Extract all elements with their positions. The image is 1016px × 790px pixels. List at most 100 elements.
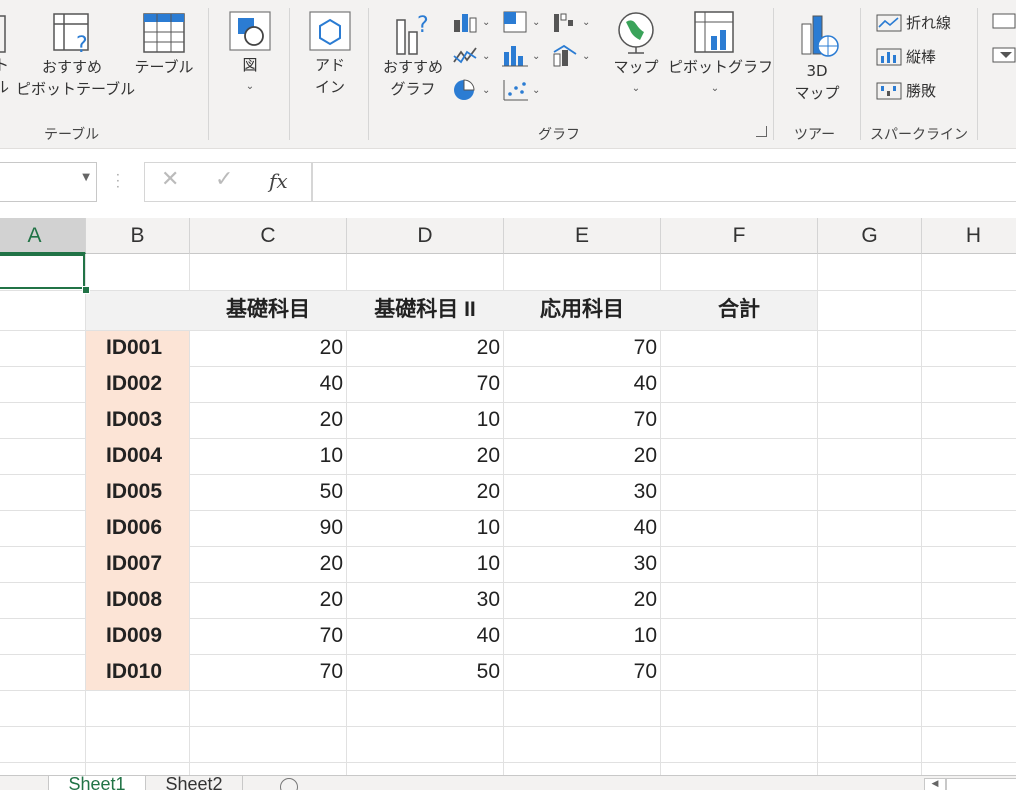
- score-cell[interactable]: 40: [504, 510, 661, 546]
- recommended-pivot-button[interactable]: ? おすすめ ピボットテーブル: [16, 12, 135, 100]
- total-cell[interactable]: [661, 582, 818, 618]
- score-cell[interactable]: 70: [504, 654, 661, 690]
- score-cell[interactable]: 20: [190, 546, 347, 582]
- id-cell[interactable]: ID004: [86, 438, 190, 474]
- column-header-h[interactable]: H: [922, 218, 1016, 254]
- score-cell[interactable]: 30: [347, 582, 504, 618]
- sparkline-line-button[interactable]: 折れ線: [876, 12, 951, 33]
- column-header-d[interactable]: D: [347, 218, 504, 254]
- score-cell[interactable]: 90: [190, 510, 347, 546]
- addins-button[interactable]: アド イン: [302, 10, 358, 98]
- id-cell[interactable]: ID002: [86, 366, 190, 402]
- worksheet-grid[interactable]: 基礎科目 基礎科目 II 応用科目 合計 ID001 20 20 70 ID00…: [0, 254, 1016, 776]
- score-cell[interactable]: 20: [190, 402, 347, 438]
- formula-input[interactable]: [312, 162, 1016, 202]
- column-header-c[interactable]: C: [190, 218, 347, 254]
- score-cell[interactable]: 40: [190, 366, 347, 402]
- id-cell[interactable]: ID005: [86, 474, 190, 510]
- active-cell-a1[interactable]: [0, 254, 85, 289]
- score-cell[interactable]: 70: [347, 366, 504, 402]
- illustrations-button[interactable]: 図 ⌄: [222, 10, 278, 98]
- scatter-chart-button[interactable]: ⌄: [502, 78, 540, 102]
- id-cell[interactable]: ID007: [86, 546, 190, 582]
- total-cell[interactable]: [661, 654, 818, 690]
- statistic-chart-button[interactable]: ⌄: [502, 44, 540, 68]
- id-cell[interactable]: ID001: [86, 330, 190, 366]
- total-cell[interactable]: [661, 510, 818, 546]
- score-cell[interactable]: 70: [504, 330, 661, 366]
- total-cell[interactable]: [661, 330, 818, 366]
- score-cell[interactable]: 20: [347, 330, 504, 366]
- total-cell[interactable]: [661, 618, 818, 654]
- table-button[interactable]: テーブル: [132, 12, 196, 78]
- dialog-launcher-icon[interactable]: [756, 126, 767, 137]
- column-header-a[interactable]: A: [0, 218, 86, 254]
- score-cell[interactable]: 70: [190, 654, 347, 690]
- total-cell[interactable]: [661, 438, 818, 474]
- total-cell[interactable]: [661, 546, 818, 582]
- total-cell[interactable]: [661, 402, 818, 438]
- column-header-g[interactable]: G: [818, 218, 922, 254]
- score-cell[interactable]: 20: [347, 438, 504, 474]
- table-header-cell[interactable]: 基礎科目 II: [347, 292, 503, 328]
- chevron-down-icon[interactable]: ▼: [82, 172, 90, 183]
- score-cell[interactable]: 20: [190, 582, 347, 618]
- combo-chart-button[interactable]: ⌄: [552, 44, 590, 68]
- maps-button[interactable]: マップ ⌄: [608, 10, 664, 100]
- id-cell[interactable]: ID003: [86, 402, 190, 438]
- score-cell[interactable]: 30: [504, 474, 661, 510]
- score-cell[interactable]: 30: [504, 546, 661, 582]
- scatter-chart-icon: [503, 80, 528, 101]
- cancel-icon[interactable]: ✕: [161, 167, 179, 192]
- id-cell[interactable]: ID006: [86, 510, 190, 546]
- total-cell[interactable]: [661, 366, 818, 402]
- column-header-b[interactable]: B: [86, 218, 190, 254]
- hierarchy-chart-button[interactable]: ⌄: [502, 10, 540, 34]
- formula-bar-grip-icon[interactable]: · · ·: [116, 169, 120, 193]
- total-cell[interactable]: [661, 474, 818, 510]
- fill-handle[interactable]: [82, 286, 90, 294]
- insert-function-button[interactable]: fx: [269, 169, 288, 193]
- column-header-e[interactable]: E: [504, 218, 661, 254]
- add-sheet-icon[interactable]: [280, 778, 298, 790]
- id-cell[interactable]: ID010: [86, 654, 190, 690]
- score-cell[interactable]: 10: [504, 618, 661, 654]
- score-cell[interactable]: 20: [504, 438, 661, 474]
- column-chart-button[interactable]: ⌄: [452, 10, 490, 34]
- score-cell[interactable]: 40: [347, 618, 504, 654]
- sparkline-column-button[interactable]: 縦棒: [876, 46, 936, 67]
- id-cell[interactable]: ID009: [86, 618, 190, 654]
- enter-check-icon[interactable]: ✓: [215, 167, 233, 192]
- column-header-f[interactable]: F: [661, 218, 818, 254]
- sheet-tab-1[interactable]: Sheet1: [48, 776, 146, 790]
- score-cell[interactable]: 20: [347, 474, 504, 510]
- filter-icon[interactable]: [992, 12, 1016, 76]
- pivot-chart-button[interactable]: ピボットグラフ ⌄: [668, 10, 773, 100]
- 3d-map-button[interactable]: 3D マップ: [786, 10, 848, 104]
- horizontal-scrollbar[interactable]: [946, 778, 1016, 790]
- score-cell[interactable]: 50: [347, 654, 504, 690]
- pivot-table-button[interactable]: ト ル: [0, 14, 14, 98]
- score-cell[interactable]: 10: [347, 546, 504, 582]
- sparkline-winloss-button[interactable]: 勝敗: [876, 80, 936, 101]
- score-cell[interactable]: 20: [504, 582, 661, 618]
- table-header-cell[interactable]: 応用科目: [504, 292, 660, 328]
- score-cell[interactable]: 10: [347, 510, 504, 546]
- score-cell[interactable]: 10: [347, 402, 504, 438]
- recommended-charts-button[interactable]: ? おすすめ グラフ: [380, 10, 446, 100]
- pie-chart-button[interactable]: ⌄: [452, 78, 490, 102]
- score-cell[interactable]: 10: [190, 438, 347, 474]
- score-cell[interactable]: 20: [190, 330, 347, 366]
- scroll-left-icon[interactable]: ◀: [924, 778, 946, 790]
- line-chart-button[interactable]: ⌄: [452, 44, 490, 68]
- name-box[interactable]: ▼: [0, 162, 97, 202]
- id-cell[interactable]: ID008: [86, 582, 190, 618]
- score-cell[interactable]: 70: [504, 402, 661, 438]
- score-cell[interactable]: 40: [504, 366, 661, 402]
- waterfall-chart-button[interactable]: ⌄: [552, 10, 590, 34]
- sheet-tab-2[interactable]: Sheet2: [146, 776, 243, 790]
- score-cell[interactable]: 70: [190, 618, 347, 654]
- table-header-cell[interactable]: 基礎科目: [190, 292, 346, 328]
- table-header-cell[interactable]: 合計: [661, 292, 817, 328]
- score-cell[interactable]: 50: [190, 474, 347, 510]
